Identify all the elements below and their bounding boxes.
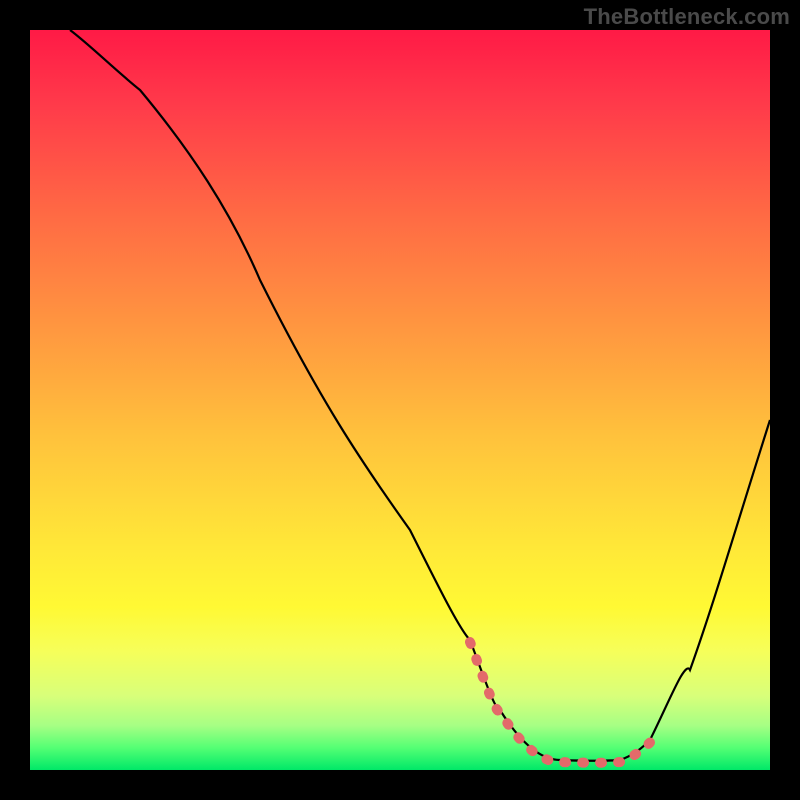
flat-region-dash: [470, 642, 655, 763]
chart-frame: TheBottleneck.com: [0, 0, 800, 800]
bottleneck-curve: [70, 30, 770, 761]
chart-svg: [30, 30, 770, 770]
plot-area: [30, 30, 770, 770]
watermark-text: TheBottleneck.com: [584, 4, 790, 30]
